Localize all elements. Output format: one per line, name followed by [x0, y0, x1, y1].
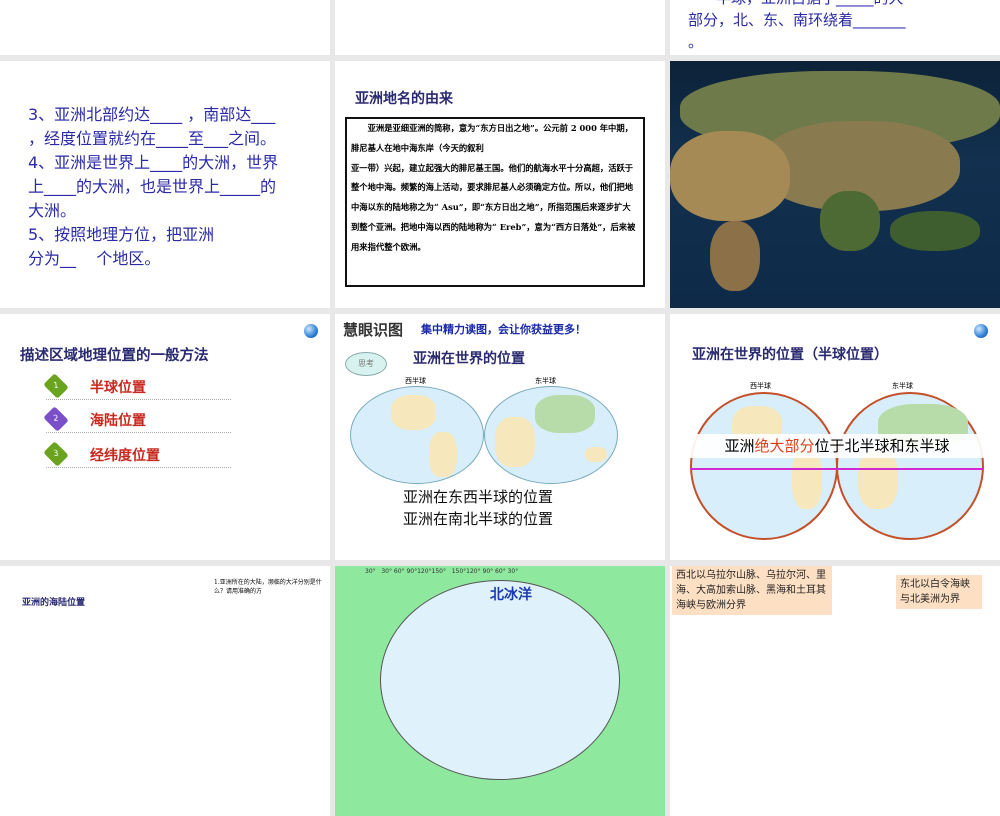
slide-thumbnail-sealand[interactable]: 亚洲的海陆位置 1.亚洲所在的大陆，濒临的大洋分别是什么？请用准确的方: [0, 566, 330, 816]
method-label: 海陆位置: [90, 413, 146, 429]
logo-text: 慧眼识图: [343, 321, 404, 339]
number-cube-icon: 1: [43, 373, 69, 399]
method-item: 2 海陆位置: [43, 406, 231, 433]
method-item: 3 经纬度位置: [43, 441, 231, 468]
slide-title: 亚洲的海陆位置: [22, 598, 86, 608]
west-hemisphere-label: 西半球: [405, 377, 426, 385]
text-line: 半球，亚洲占据了_____的大: [688, 0, 978, 9]
longitude-ticks: 30° 30° 60° 90°120°150° 150°120° 90° 60°…: [365, 568, 519, 575]
caption-highlight: 绝大部分: [754, 437, 815, 455]
number-cube-icon: 2: [43, 406, 69, 432]
caption: 亚洲绝大部分位于北半球和东半球: [690, 434, 984, 458]
western-hemisphere-map: [690, 392, 838, 540]
caption-line: 亚洲在南北半球的位置: [403, 510, 554, 528]
west-hemisphere-label: 西半球: [750, 382, 771, 390]
slide-title: 描述区域地理位置的一般方法: [20, 348, 209, 364]
think-bubble: 思考: [345, 352, 387, 376]
globe-icon: [974, 324, 988, 338]
item-number: 3: [52, 449, 60, 459]
caption-line: 亚洲在东西半球的位置: [403, 488, 554, 506]
slide-thumbnail-hemisphere[interactable]: 亚洲在世界的位置（半球位置） 西半球 东半球 亚洲绝大部分位于北半球和东半球: [670, 314, 1000, 560]
slide-thumbnail-methods[interactable]: 描述区域地理位置的一般方法 1 半球位置 2 海陆位置 3 经纬度位置: [0, 314, 330, 560]
method-item: 1 半球位置: [43, 373, 231, 400]
east-hemisphere-label: 东半球: [892, 382, 913, 390]
method-label: 半球位置: [90, 380, 146, 396]
slide-title: 亚洲地名的由来: [355, 91, 453, 107]
question-list: 3、亚洲北部约达____ ，南部达___ ，经度位置就约在____至___之间。…: [28, 103, 324, 271]
east-hemisphere-label: 东半球: [535, 377, 556, 385]
ocean-label: 北冰洋: [490, 587, 532, 603]
text-line: 分为__ 个地区。: [28, 249, 161, 268]
number-cube-icon: 3: [43, 441, 69, 467]
slide-title: 亚洲在世界的位置: [413, 351, 525, 367]
equator-line: [690, 468, 984, 470]
globe-icon: [304, 324, 318, 338]
method-label: 经纬度位置: [90, 448, 160, 464]
text-line: ，经度位置就约在____至___之间。: [28, 129, 277, 148]
slide-thumbnail-arctic-map[interactable]: 30° 30° 60° 90°120°150° 150°120° 90° 60°…: [335, 566, 665, 816]
slide-thumbnail-world[interactable]: 慧眼识图 集中精力读图，会让你获益更多！ 思考 亚洲在世界的位置 西半球 东半球…: [335, 314, 665, 560]
text-line: 。: [688, 33, 704, 51]
eastern-hemisphere-map: [484, 386, 618, 484]
slide-thumbnail-satellite-map[interactable]: [670, 61, 1000, 308]
text-line: 部分，北、东、南环绕着_______: [688, 11, 906, 29]
border-note-ne: 东北以白令海峡与北美洲为界: [896, 575, 982, 609]
arctic-map: [380, 580, 620, 780]
text-line: 上____的大洲，也是世界上_____的: [28, 177, 277, 196]
caption-text: 亚洲: [724, 437, 755, 455]
slide-thumbnail[interactable]: [0, 0, 330, 55]
slide-thumbnail[interactable]: [335, 0, 665, 55]
western-hemisphere-map: [350, 386, 484, 484]
caption-text: 位于北半球和东半球: [814, 437, 950, 455]
text-line: 4、亚洲是世界上____的大洲，世界: [28, 153, 279, 172]
text-line: 5、按照地理方位，把亚洲: [28, 225, 215, 244]
item-number: 2: [52, 414, 60, 424]
border-note-nw: 西北以乌拉尔山脉、乌拉尔河、里海、大高加索山脉、黑海和土耳其海峡与欧洲分界: [672, 566, 832, 615]
asia-satellite-map: [670, 61, 1000, 308]
slide-thumbnail-borders[interactable]: 西北以乌拉尔山脉、乌拉尔河、里海、大高加索山脉、黑海和土耳其海峡与欧洲分界 东北…: [670, 566, 1000, 816]
item-number: 1: [52, 381, 60, 391]
question-text: 1.亚洲所在的大陆，濒临的大洋分别是什么？请用准确的方: [214, 579, 322, 595]
slide-thumbnail-questions[interactable]: 3、亚洲北部约达____ ，南部达___ ，经度位置就约在____至___之间。…: [0, 61, 330, 308]
slide-thumbnail-origin[interactable]: 亚洲地名的由来 亚洲是亚细亚洲的简称，意为“东方日出之地”。公元前 2 000 …: [335, 61, 665, 308]
slide-thumbnail[interactable]: 半球，亚洲占据了_____的大 部分，北、东、南环绕着_______ 。: [670, 0, 1000, 55]
eastern-hemisphere-map: [836, 392, 984, 540]
slide-text: 半球，亚洲占据了_____的大 部分，北、东、南环绕着_______ 。: [688, 0, 978, 53]
text-line: 大洲。: [28, 201, 77, 220]
slide-title: 亚洲在世界的位置（半球位置）: [692, 347, 888, 363]
text-line: 3、亚洲北部约达____ ，南部达___: [28, 105, 276, 124]
slogan: 集中精力读图，会让你获益更多！: [421, 323, 586, 336]
origin-text-box: 亚洲是亚细亚洲的简称，意为“东方日出之地”。公元前 2 000 年中期，腓尼基人…: [345, 117, 645, 287]
